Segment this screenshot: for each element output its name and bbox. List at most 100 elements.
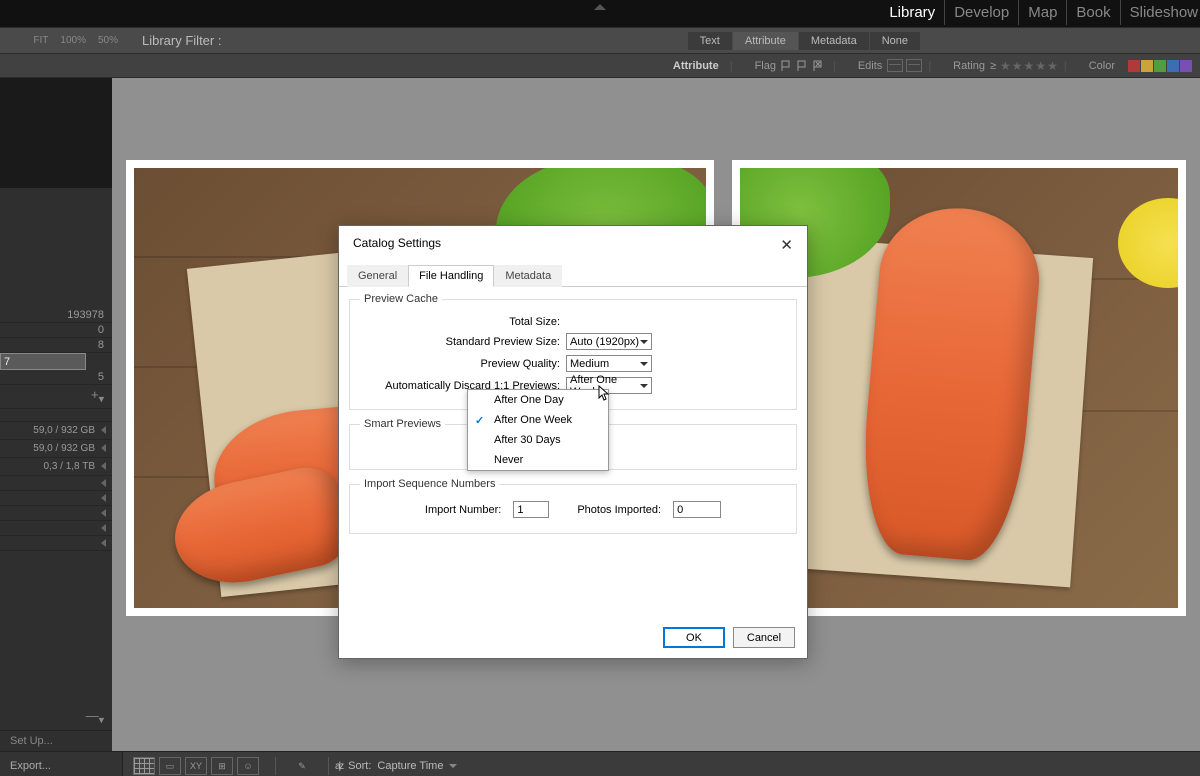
color-red[interactable] xyxy=(1128,60,1140,72)
grid-view-icon[interactable] xyxy=(133,757,155,775)
survey-view-icon[interactable]: ⊞ xyxy=(211,757,233,775)
import-number-label: Import Number: xyxy=(425,504,507,516)
library-filter-label: Library Filter : xyxy=(142,33,221,48)
panel-row[interactable] xyxy=(0,536,112,551)
color-purple[interactable] xyxy=(1180,60,1192,72)
loupe-view-icon[interactable]: ▭ xyxy=(159,757,181,775)
zoom-controls: FIT 100% 50% xyxy=(0,35,124,46)
flag-label: Flag xyxy=(755,60,776,72)
photos-imported-input[interactable] xyxy=(673,501,721,518)
left-panel: 193978 0 8 7 5 +▾ 59,0 / 932 GB 59,0 / 9… xyxy=(0,78,112,751)
panel-row[interactable] xyxy=(0,506,112,521)
setup-button[interactable]: Set Up... xyxy=(0,730,112,751)
volume-row[interactable]: 59,0 / 932 GB xyxy=(0,422,112,440)
flag-unflagged-icon[interactable] xyxy=(797,60,811,72)
star-2-icon[interactable]: ★ xyxy=(1012,59,1023,73)
quality-label: Preview Quality: xyxy=(360,358,566,370)
discard-dropdown: After One Day After One Week After 30 Da… xyxy=(467,389,609,471)
chevron-down-icon xyxy=(449,764,457,768)
color-green[interactable] xyxy=(1154,60,1166,72)
flag-filters xyxy=(781,60,827,72)
dialog-title: Catalog Settings xyxy=(353,236,441,254)
tab-file-handling[interactable]: File Handling xyxy=(408,265,494,287)
color-yellow[interactable] xyxy=(1141,60,1153,72)
sort-label: Sort: xyxy=(348,760,371,772)
rating-operator[interactable]: ≥ xyxy=(990,60,996,72)
chevron-down-icon xyxy=(640,340,648,344)
count-row[interactable]: 8 xyxy=(0,338,112,353)
panel-row[interactable] xyxy=(0,491,112,506)
navigator-placeholder xyxy=(0,78,112,188)
filter-tab-attribute[interactable]: Attribute xyxy=(733,32,798,50)
disclosure-icon xyxy=(101,494,106,502)
zoom-50[interactable]: 50% xyxy=(98,35,118,46)
filter-tab-none[interactable]: None xyxy=(870,32,920,50)
discard-option[interactable]: Never xyxy=(468,450,608,470)
disclosure-icon xyxy=(101,524,106,532)
count-row[interactable]: 193978 xyxy=(0,308,112,323)
filter-tab-text[interactable]: Text xyxy=(688,32,732,50)
export-button[interactable]: Export... xyxy=(0,752,123,776)
flag-picked-icon[interactable] xyxy=(781,60,795,72)
smart-previews-legend: Smart Previews xyxy=(360,418,445,430)
disclosure-icon xyxy=(101,479,106,487)
disclosure-icon xyxy=(101,426,106,434)
painter-icon[interactable]: ✎ xyxy=(292,758,312,774)
edit-edited-icon[interactable] xyxy=(887,59,903,72)
disclosure-icon xyxy=(101,509,106,517)
edits-label: Edits xyxy=(858,60,882,72)
star-5-icon[interactable]: ★ xyxy=(1047,59,1058,73)
panel-row[interactable] xyxy=(0,476,112,491)
star-3-icon[interactable]: ★ xyxy=(1024,59,1035,73)
color-filters xyxy=(1128,60,1192,72)
sort-order-icon[interactable]: a|z xyxy=(335,761,342,772)
star-4-icon[interactable]: ★ xyxy=(1035,59,1046,73)
tab-metadata[interactable]: Metadata xyxy=(494,265,562,287)
module-map[interactable]: Map xyxy=(1019,0,1067,25)
photos-imported-label: Photos Imported: xyxy=(577,504,667,516)
collapse-icon[interactable]: —▾ xyxy=(0,705,112,730)
ok-button[interactable]: OK xyxy=(663,627,725,648)
count-row-selected[interactable]: 7 xyxy=(0,353,86,370)
bottom-toolbar: Export... ▭ XY ⊞ ☺ ✎ a|z Sort: Capture T… xyxy=(0,751,1200,776)
add-collection-icon[interactable]: +▾ xyxy=(0,385,112,409)
total-size-label: Total Size: xyxy=(360,316,566,328)
module-slideshow[interactable]: Slideshow xyxy=(1121,0,1200,25)
sort-control[interactable]: a|z Sort: Capture Time xyxy=(335,760,457,772)
count-row[interactable]: 0 xyxy=(0,323,112,338)
panel-expand-icon[interactable] xyxy=(594,4,606,10)
std-preview-select[interactable]: Auto (1920px) xyxy=(566,333,652,350)
count-row[interactable]: 5 xyxy=(0,370,112,385)
rating-stars: ★ ★ ★ ★ ★ xyxy=(1000,59,1058,73)
color-label: Color xyxy=(1089,60,1115,72)
volume-row[interactable]: 59,0 / 932 GB xyxy=(0,440,112,458)
star-1-icon[interactable]: ★ xyxy=(1000,59,1011,73)
sort-value[interactable]: Capture Time xyxy=(377,760,443,772)
volume-row[interactable]: 0,3 / 1,8 TB xyxy=(0,458,112,476)
zoom-100[interactable]: 100% xyxy=(60,35,86,46)
disclosure-icon xyxy=(101,462,106,470)
discard-option[interactable]: After 30 Days xyxy=(468,430,608,450)
quality-select[interactable]: Medium xyxy=(566,355,652,372)
compare-view-icon[interactable]: XY xyxy=(185,757,207,775)
module-library[interactable]: Library xyxy=(880,0,945,25)
zoom-fit[interactable]: FIT xyxy=(33,35,48,46)
flag-rejected-icon[interactable] xyxy=(813,60,827,72)
tab-general[interactable]: General xyxy=(347,265,408,287)
edit-unedited-icon[interactable] xyxy=(906,59,922,72)
rating-label: Rating xyxy=(953,60,985,72)
disclosure-icon xyxy=(101,539,106,547)
module-develop[interactable]: Develop xyxy=(945,0,1019,25)
discard-option-selected[interactable]: After One Week xyxy=(468,410,608,430)
close-icon[interactable]: ✕ xyxy=(780,236,793,254)
edit-filters xyxy=(887,59,922,72)
discard-option[interactable]: After One Day xyxy=(468,390,608,410)
filter-tab-metadata[interactable]: Metadata xyxy=(799,32,869,50)
import-number-input[interactable] xyxy=(513,501,549,518)
color-blue[interactable] xyxy=(1167,60,1179,72)
module-book[interactable]: Book xyxy=(1067,0,1120,25)
people-view-icon[interactable]: ☺ xyxy=(237,757,259,775)
panel-row[interactable] xyxy=(0,521,112,536)
filter-tabs: Text Attribute Metadata None xyxy=(688,32,920,50)
cancel-button[interactable]: Cancel xyxy=(733,627,795,648)
